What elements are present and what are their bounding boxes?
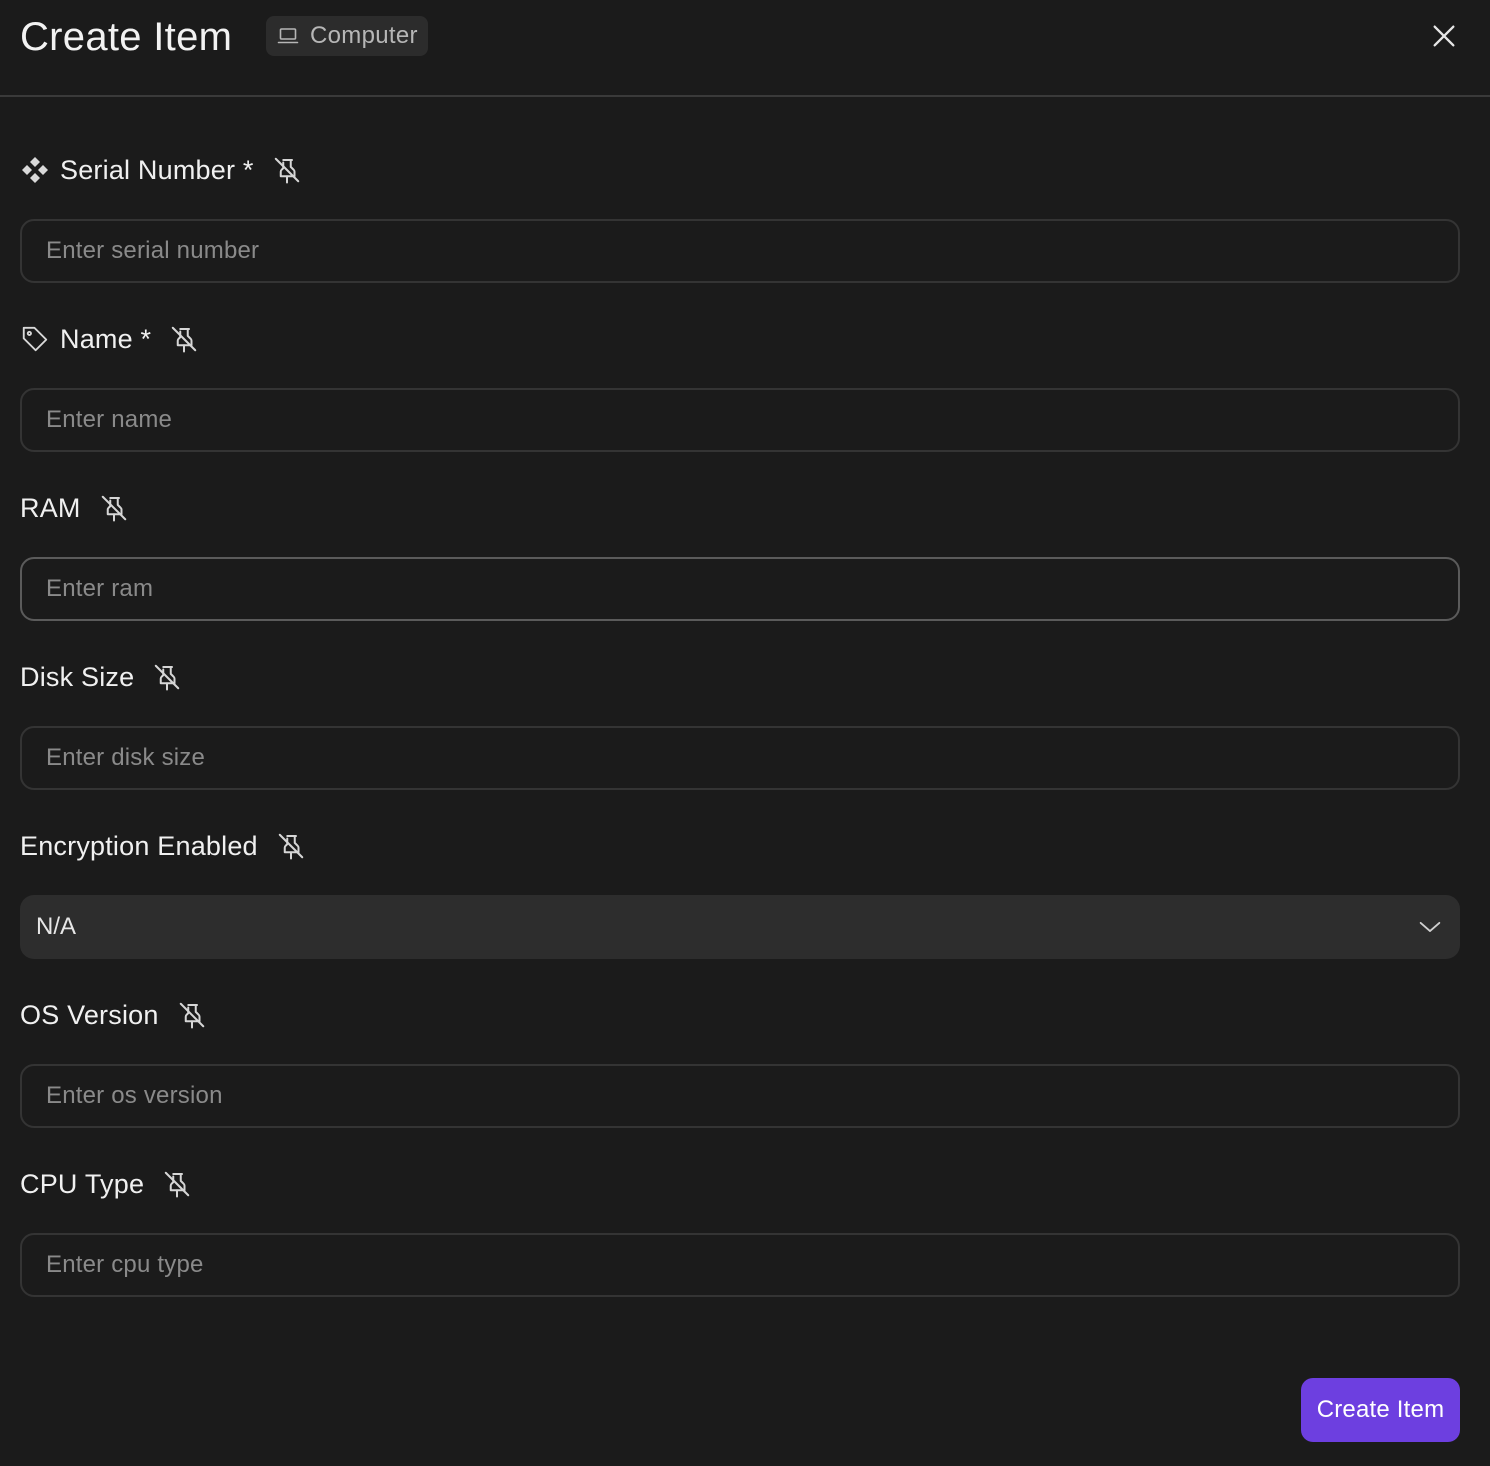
serial-number-input[interactable] <box>20 219 1460 283</box>
serial-number-label: Serial Number * <box>60 155 254 185</box>
pin-off-icon[interactable] <box>152 662 182 692</box>
pin-off-icon[interactable] <box>272 155 302 185</box>
encryption-enabled-select[interactable]: N/A <box>20 895 1460 959</box>
serial-number-label-row: Serial Number * <box>20 150 302 190</box>
laptop-icon <box>277 28 299 44</box>
name-label: Name * <box>60 324 152 354</box>
os-version-label-row: OS Version <box>20 995 207 1035</box>
pin-off-icon[interactable] <box>162 1169 192 1199</box>
pin-off-icon[interactable] <box>99 493 129 523</box>
cpu-type-label-row: CPU Type <box>20 1164 192 1204</box>
item-type-badge: Computer <box>266 16 428 56</box>
disk-size-input[interactable] <box>20 726 1460 790</box>
component-icon <box>22 157 48 183</box>
ram-label: RAM <box>20 493 81 523</box>
encryption-enabled-label: Encryption Enabled <box>20 831 258 861</box>
encryption-enabled-label-row: Encryption Enabled <box>20 826 306 866</box>
create-item-button[interactable]: Create Item <box>1301 1378 1460 1442</box>
name-input[interactable] <box>20 388 1460 452</box>
disk-size-label-row: Disk Size <box>20 657 182 697</box>
close-button[interactable] <box>1422 14 1466 58</box>
pin-off-icon[interactable] <box>276 831 306 861</box>
dialog-title: Create Item <box>20 15 233 59</box>
tag-icon <box>22 326 48 352</box>
ram-label-row: RAM <box>20 488 129 528</box>
encryption-enabled-value: N/A <box>36 913 77 940</box>
pin-off-icon[interactable] <box>169 324 199 354</box>
close-icon <box>1433 25 1455 47</box>
cpu-type-input[interactable] <box>20 1233 1460 1297</box>
item-type-label: Computer <box>310 22 418 49</box>
pin-off-icon[interactable] <box>177 1000 207 1030</box>
os-version-input[interactable] <box>20 1064 1460 1128</box>
chevron-down-icon <box>1419 921 1441 933</box>
dialog-header: Create Item Computer <box>0 0 1490 97</box>
disk-size-label: Disk Size <box>20 662 135 692</box>
ram-input[interactable] <box>20 557 1460 621</box>
name-label-row: Name * <box>20 319 199 359</box>
os-version-label: OS Version <box>20 1000 159 1030</box>
cpu-type-label: CPU Type <box>20 1169 145 1199</box>
